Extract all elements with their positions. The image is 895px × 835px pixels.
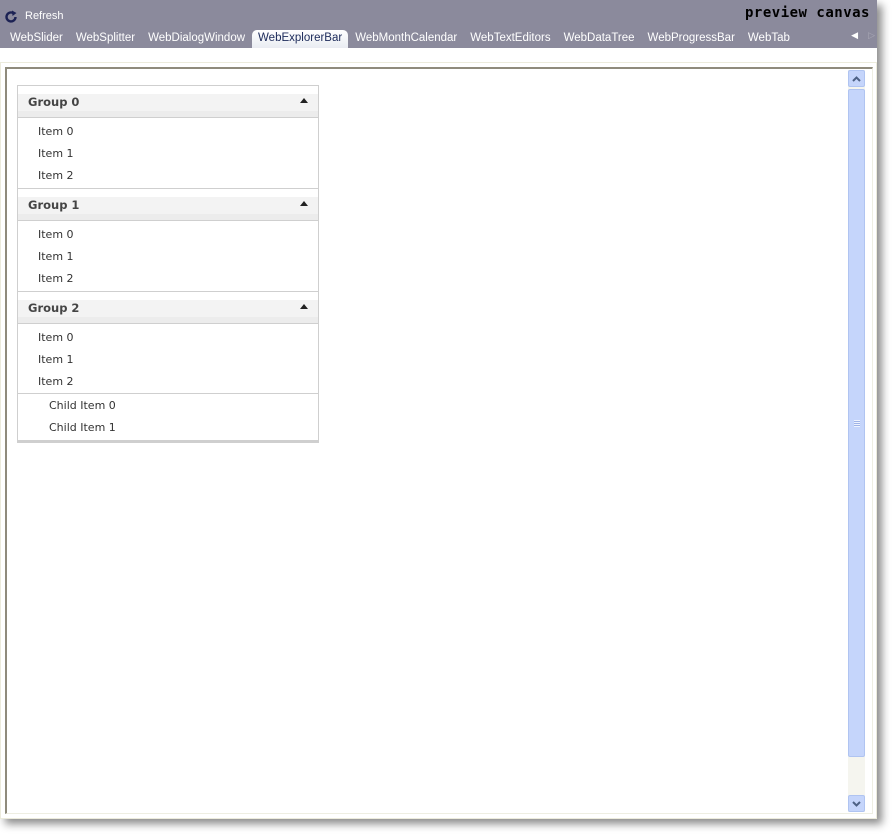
group-title: Group 2	[28, 301, 80, 315]
tab-webexplorerbar[interactable]: WebExplorerBar	[252, 30, 349, 48]
canvas-title: preview canvas	[744, 5, 870, 21]
child-list-item[interactable]: Child Item 0	[18, 395, 318, 417]
list-item[interactable]: Item 1	[18, 143, 318, 165]
tab-websplitter[interactable]: WebSplitter	[70, 30, 141, 48]
preview-viewport: Group 0 Item 0 Item 1 Item 2 Group 1 Ite…	[5, 67, 873, 814]
tab-webdialogwindow[interactable]: WebDialogWindow	[142, 30, 251, 48]
child-list-item[interactable]: Child Item 1	[18, 417, 318, 439]
component-tabs: WebSlider WebSplitter WebDialogWindow We…	[4, 30, 797, 48]
collapse-arrow-icon[interactable]	[300, 304, 308, 309]
group-header[interactable]: Group 0	[18, 86, 318, 118]
refresh-label: Refresh	[25, 10, 64, 22]
triangle-left-icon[interactable]: ◀	[851, 31, 858, 41]
collapse-arrow-icon[interactable]	[300, 201, 308, 206]
group-items: Item 0 Item 1 Item 2	[18, 118, 318, 189]
group-header[interactable]: Group 1	[18, 189, 318, 221]
list-item[interactable]: Item 0	[18, 327, 318, 349]
group-items: Item 0 Item 1 Item 2	[18, 221, 318, 292]
list-item[interactable]: Item 2	[18, 371, 318, 393]
list-item[interactable]: Item 0	[18, 121, 318, 143]
list-item[interactable]: Item 2	[18, 165, 318, 187]
tab-webdatatree[interactable]: WebDataTree	[558, 30, 641, 48]
group-header[interactable]: Group 2	[18, 292, 318, 324]
tab-webmonthcalendar[interactable]: WebMonthCalendar	[349, 30, 463, 48]
tab-webprogressbar[interactable]: WebProgressBar	[642, 30, 741, 48]
list-item[interactable]: Item 0	[18, 224, 318, 246]
tab-webtab[interactable]: WebTab	[742, 30, 796, 48]
grip-icon	[854, 420, 860, 427]
collapse-arrow-icon[interactable]	[300, 98, 308, 103]
list-item[interactable]: Item 1	[18, 246, 318, 268]
tab-webslider[interactable]: WebSlider	[4, 30, 69, 48]
triangle-right-icon[interactable]: ▷	[868, 31, 875, 41]
tab-webtexteditors[interactable]: WebTextEditors	[464, 30, 556, 48]
refresh-icon	[4, 9, 18, 23]
preview-window: Refresh preview canvas WebSlider WebSpli…	[0, 0, 877, 819]
refresh-button[interactable]: Refresh	[4, 7, 64, 25]
scroll-thumb[interactable]	[848, 89, 865, 757]
group-title: Group 0	[28, 95, 80, 109]
scroll-up-button[interactable]	[848, 70, 865, 87]
explorer-bar: Group 0 Item 0 Item 1 Item 2 Group 1 Ite…	[17, 85, 319, 443]
list-item[interactable]: Item 1	[18, 349, 318, 371]
toolbar: Refresh preview canvas WebSlider WebSpli…	[0, 0, 877, 48]
vertical-scrollbar[interactable]	[848, 70, 865, 812]
child-items: Child Item 0 Child Item 1	[18, 393, 318, 439]
group-items: Item 0 Item 1 Item 2 Child Item 0 Child …	[18, 324, 318, 440]
group-title: Group 1	[28, 198, 80, 212]
list-item[interactable]: Item 2	[18, 268, 318, 290]
chevron-up-icon	[852, 75, 861, 82]
tab-scroll-controls: ◀ ▷	[851, 31, 877, 41]
scroll-down-button[interactable]	[848, 795, 865, 812]
chevron-down-icon	[852, 800, 861, 807]
